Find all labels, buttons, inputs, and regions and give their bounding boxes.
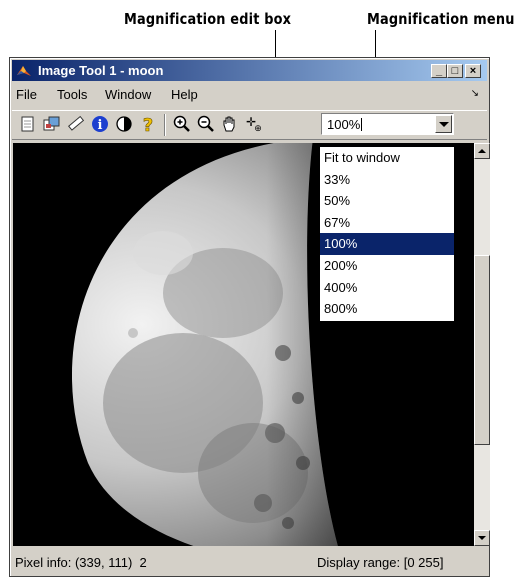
callout-magnification-edit-box: Magnification edit box	[124, 10, 292, 28]
menu-file[interactable]: File	[16, 87, 37, 102]
zoom-in-icon[interactable]	[172, 114, 192, 134]
matlab-logo-icon	[17, 66, 31, 76]
menu-help[interactable]: Help	[171, 87, 198, 102]
magnification-option[interactable]: 33%	[320, 169, 454, 191]
magnification-option[interactable]: 67%	[320, 212, 454, 234]
new-figure-icon[interactable]	[18, 114, 38, 134]
pixel-region-sub: ⊕	[254, 123, 262, 133]
callout-magnification-menu: Magnification menu	[367, 10, 515, 28]
magnification-menu: Fit to window 33% 50% 67% 100% 200% 400%…	[319, 146, 455, 322]
export-icon[interactable]	[42, 114, 62, 134]
magnification-dropdown-button[interactable]	[435, 115, 452, 133]
toolbar-separator	[164, 114, 166, 136]
pan-hand-icon[interactable]	[220, 114, 240, 134]
text-caret	[361, 118, 363, 131]
info-icon[interactable]: i	[90, 114, 110, 134]
maximize-icon: □	[451, 65, 459, 77]
menu-window[interactable]: Window	[105, 87, 151, 102]
info-glyph: i	[98, 118, 103, 133]
close-icon: ×	[469, 65, 477, 77]
help-glyph: ?	[143, 115, 153, 133]
minimize-icon: _	[435, 65, 443, 77]
scroll-down-button[interactable]	[474, 530, 490, 546]
pixel-info-label: Pixel info: (339, 111) 2	[15, 555, 147, 570]
contrast-icon[interactable]	[114, 114, 134, 134]
arrow-down-icon	[478, 536, 486, 540]
magnification-option[interactable]: 50%	[320, 190, 454, 212]
minimize-button[interactable]: _	[431, 64, 447, 78]
vertical-scrollbar[interactable]	[474, 143, 490, 546]
magnification-option[interactable]: Fit to window	[320, 147, 454, 169]
scroll-thumb[interactable]	[474, 255, 490, 445]
magnification-option[interactable]: 200%	[320, 255, 454, 277]
pixel-region-icon[interactable]: ✛ ⊕	[244, 114, 264, 134]
arrow-up-icon	[478, 149, 486, 153]
status-bar: Pixel info: (339, 111) 2 Display range: …	[13, 553, 486, 571]
window-title: Image Tool 1 - moon	[38, 63, 164, 78]
magnification-option-selected[interactable]: 100%	[320, 233, 454, 255]
menu-bar: File Tools Window Help ↘	[12, 84, 487, 104]
maximize-button[interactable]: □	[447, 64, 463, 78]
display-range-label: Display range: [0 255]	[317, 555, 444, 570]
zoom-out-icon[interactable]	[196, 114, 216, 134]
magnification-value: 100%	[327, 117, 361, 132]
scroll-up-button[interactable]	[474, 143, 490, 159]
ruler-icon[interactable]	[66, 114, 86, 134]
title-bar[interactable]: Image Tool 1 - moon _ □ ×	[12, 60, 487, 81]
close-button[interactable]: ×	[465, 64, 481, 78]
magnification-option[interactable]: 800%	[320, 298, 454, 320]
menu-tools[interactable]: Tools	[57, 87, 87, 102]
magnification-option[interactable]: 400%	[320, 277, 454, 299]
help-icon[interactable]: ?	[138, 114, 158, 134]
magnification-edit-box[interactable]: 100%	[321, 113, 454, 135]
dock-arrow-icon[interactable]: ↘	[471, 88, 479, 99]
